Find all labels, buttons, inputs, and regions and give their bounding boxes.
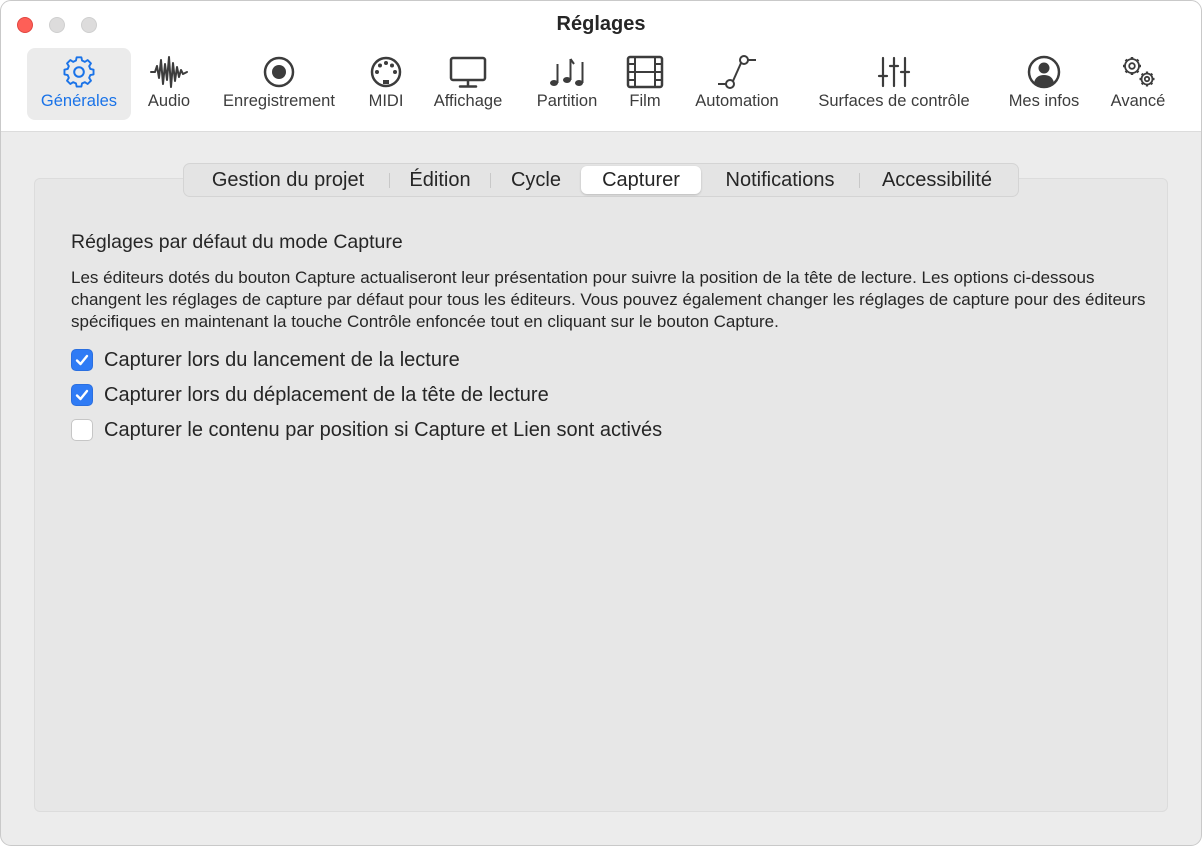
toolbar-item-partition[interactable]: Partition [525, 48, 609, 120]
option-label: Capturer lors du déplacement de la tête … [104, 384, 549, 406]
toolbar: Réglages Générales Audio Enregistrement … [1, 1, 1201, 132]
midi-connector-icon [366, 54, 406, 90]
tab-separator [859, 173, 860, 188]
gears-icon [1118, 54, 1158, 90]
person-icon [1024, 54, 1064, 90]
tab-separator [389, 173, 390, 188]
sliders-icon [874, 54, 914, 90]
option-label: Capturer le contenu par position si Capt… [104, 419, 663, 441]
toolbar-item-label: Avancé [1110, 92, 1166, 110]
toolbar-item-label: Surfaces de contrôle [818, 92, 970, 110]
tab-capturer[interactable]: Capturer [581, 166, 701, 194]
tab-separator [490, 173, 491, 188]
gear-icon [59, 54, 99, 90]
section-description: Les éditeurs dotés du bouton Capture act… [71, 268, 1146, 331]
film-icon [625, 54, 665, 90]
checkmark-icon [75, 354, 89, 366]
checkmark-icon [75, 389, 89, 401]
toolbar-item-surfaces-de-controle[interactable]: Surfaces de contrôle [801, 48, 987, 120]
tab-notifications[interactable]: Notifications [704, 164, 856, 196]
toolbar-item-midi[interactable]: MIDI [359, 48, 413, 120]
toolbar-item-label: Film [629, 92, 661, 110]
toolbar-item-enregistrement[interactable]: Enregistrement [209, 48, 349, 120]
toolbar-item-automation[interactable]: Automation [683, 48, 791, 120]
toolbar-item-mes-infos[interactable]: Mes infos [997, 48, 1091, 120]
settings-window: Réglages Générales Audio Enregistrement … [0, 0, 1202, 846]
music-notes-icon [547, 54, 587, 90]
toolbar-item-film[interactable]: Film [619, 48, 671, 120]
section-title: Réglages par défaut du mode Capture [71, 231, 403, 253]
checkbox[interactable] [71, 349, 93, 371]
toolbar-item-label: Partition [536, 92, 598, 110]
tab-bar: Gestion du projet Édition Cycle Capturer… [183, 163, 1019, 197]
toolbar-item-avance[interactable]: Avancé [1101, 48, 1175, 120]
toolbar-item-label: Automation [695, 92, 779, 110]
checkbox[interactable] [71, 419, 93, 441]
display-icon [448, 54, 488, 90]
tab-edition[interactable]: Édition [392, 164, 488, 196]
toolbar-item-label: Audio [147, 92, 191, 110]
record-icon [259, 54, 299, 90]
tab-gestion-du-projet[interactable]: Gestion du projet [190, 164, 386, 196]
toolbar-item-label: MIDI [368, 92, 404, 110]
window-title: Réglages [556, 13, 646, 35]
checkbox[interactable] [71, 384, 93, 406]
toolbar-item-label: Mes infos [1008, 92, 1080, 110]
tab-accessibilite[interactable]: Accessibilité [862, 164, 1012, 196]
waveform-icon [149, 54, 189, 90]
toolbar-item-label: Affichage [433, 92, 503, 110]
toolbar-item-label: Générales [40, 92, 118, 110]
toolbar-item-audio[interactable]: Audio [139, 48, 199, 120]
toolbar-item-generales[interactable]: Générales [27, 48, 131, 120]
toolbar-item-label: Enregistrement [223, 92, 335, 110]
option-label: Capturer lors du lancement de la lecture [104, 349, 460, 371]
toolbar-item-affichage[interactable]: Affichage [423, 48, 513, 120]
tab-cycle[interactable]: Cycle [492, 164, 580, 196]
automation-curve-icon [717, 54, 757, 90]
